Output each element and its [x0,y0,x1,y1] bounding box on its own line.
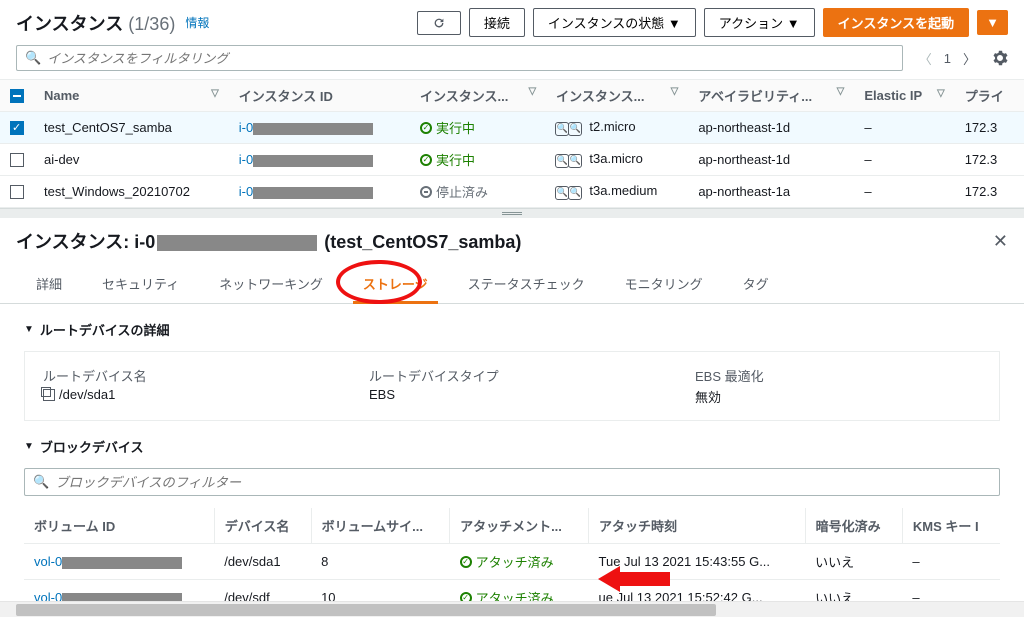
col-id[interactable]: インスタンス ID [229,80,410,112]
col-az[interactable]: アベイラビリティ...▽ [688,80,854,112]
instances-table: Name▽ インスタンス ID インスタンス...▽ インスタンス...▽ アベ… [0,79,1024,208]
page-next[interactable]: 〉 [959,47,980,70]
detail-header: インスタンス: i-0 (test_CentOS7_samba) ✕ [0,218,1024,264]
cell-size: 8 [311,544,450,580]
root-device-type-value: EBS [369,387,655,402]
status-attached: ✓ アタッチ済み [460,552,554,571]
vcol-encrypted[interactable]: 暗号化済み [805,508,902,544]
horizontal-scrollbar[interactable] [0,601,1024,617]
row-checkbox[interactable] [10,153,24,167]
page-number: 1 [944,51,951,66]
tab-security[interactable]: セキュリティ [82,264,199,303]
ebs-optimized-label: EBS 最適化 [695,366,981,385]
zoom-icons[interactable]: 🔍🔍 [556,154,582,168]
page-title: インスタンス (1/36) [16,10,175,36]
status-running: ✓ 実行中 [420,150,475,169]
actions-menu[interactable]: アクション ▼ [704,8,815,37]
volumes-table: ボリューム ID デバイス名 ボリュームサイ... アタッチメント... アタッ… [24,508,1000,616]
tab-networking[interactable]: ネットワーキング [199,264,343,303]
cell-priv: 172.3 [955,112,1024,144]
vcol-volume-id[interactable]: ボリューム ID [24,508,214,544]
cell-priv: 172.3 [955,144,1024,176]
ebs-optimized-value: 無効 [695,387,981,406]
tab-details[interactable]: 詳細 [16,264,82,303]
vcol-kms[interactable]: KMS キー I [902,508,1000,544]
instance-filter[interactable]: 🔍 [16,45,903,71]
cell-device: /dev/sda1 [214,544,311,580]
search-icon: 🔍 [25,50,41,66]
connect-button[interactable]: 接続 [469,8,525,37]
table-row[interactable]: ai-devi-0✓ 実行中🔍🔍 t3a.microap-northeast-1… [0,144,1024,176]
launch-instance-caret[interactable]: ▼ [977,10,1008,35]
close-icon[interactable]: ✕ [993,231,1008,252]
cell-name: test_Windows_20210702 [34,176,229,208]
cell-time: Tue Jul 13 2021 15:43:55 G... [589,544,806,580]
cell-name: ai-dev [34,144,229,176]
block-device-filter[interactable]: 🔍 [24,468,1000,496]
launch-instance-button[interactable]: インスタンスを起動 [823,8,969,37]
col-state[interactable]: インスタンス...▽ [410,80,546,112]
table-row[interactable]: vol-0/dev/sda18 ✓ アタッチ済み Tue Jul 13 2021 1… [24,544,1000,580]
pager: 〈 1 〉 [915,47,980,70]
block-device-section[interactable]: ブロックデバイス [24,437,1000,456]
col-priv[interactable]: プライ [955,80,1024,112]
info-link[interactable]: 情報 [185,14,209,31]
cell-priv: 172.3 [955,176,1024,208]
cell-az: ap-northeast-1a [688,176,854,208]
refresh-button[interactable] [417,11,461,35]
root-device-section[interactable]: ルートデバイスの詳細 [24,320,1000,339]
storage-pane: ルートデバイスの詳細 ルートデバイス名 /dev/sda1 ルートデバイスタイプ… [0,304,1024,632]
cell-name: test_CentOS7_samba [34,112,229,144]
cell-eip: – [854,176,954,208]
cell-encrypted: いいえ [805,544,902,580]
cell-eip: – [854,144,954,176]
table-row[interactable]: test_Windows_20210702i-0 停止済み🔍🔍 t3a.medi… [0,176,1024,208]
cell-az: ap-northeast-1d [688,112,854,144]
status-running: ✓ 実行中 [420,118,475,137]
instance-filter-input[interactable] [47,51,894,66]
instance-id-link[interactable]: i-0 [239,184,253,199]
search-icon: 🔍 [33,474,49,490]
instance-id-link[interactable]: i-0 [239,152,253,167]
pane-divider[interactable] [0,208,1024,218]
col-type[interactable]: インスタンス...▽ [546,80,688,112]
row-checkbox[interactable] [10,121,24,135]
cell-eip: – [854,112,954,144]
copy-icon[interactable] [43,389,55,401]
root-device-name-value: /dev/sda1 [43,387,329,402]
volume-id-link[interactable]: vol-0 [34,554,62,569]
vcol-device-name[interactable]: デバイス名 [214,508,311,544]
zoom-icons[interactable]: 🔍🔍 [556,122,582,136]
gear-icon[interactable] [992,50,1008,66]
tab-tags[interactable]: タグ [723,264,789,303]
root-device-name-label: ルートデバイス名 [43,366,329,385]
tab-storage[interactable]: ストレージ [343,264,448,303]
tab-monitoring[interactable]: モニタリング [605,264,723,303]
cell-kms: – [902,544,1000,580]
instance-id-link[interactable]: i-0 [239,120,253,135]
table-row[interactable]: test_CentOS7_sambai-0✓ 実行中🔍🔍 t2.microap-… [0,112,1024,144]
row-checkbox[interactable] [10,185,24,199]
zoom-icons[interactable]: 🔍🔍 [556,186,582,200]
vcol-size[interactable]: ボリュームサイ... [311,508,450,544]
cell-az: ap-northeast-1d [688,144,854,176]
vcol-attachment[interactable]: アタッチメント... [450,508,589,544]
col-eip[interactable]: Elastic IP▽ [854,80,954,112]
detail-tabs: 詳細 セキュリティ ネットワーキング ストレージ ステータスチェック モニタリン… [0,264,1024,304]
page-header: インスタンス (1/36) 情報 接続 インスタンスの状態 ▼ アクション ▼ … [0,0,1024,41]
col-name[interactable]: Name▽ [34,80,229,112]
scrollbar-thumb[interactable] [16,604,716,616]
tab-status-checks[interactable]: ステータスチェック [448,264,605,303]
block-device-filter-input[interactable] [55,475,991,490]
vcol-attach-time[interactable]: アタッチ時刻 [589,508,806,544]
instance-state-menu[interactable]: インスタンスの状態 ▼ [533,8,696,37]
detail-title: インスタンス: i-0 (test_CentOS7_samba) [16,228,521,254]
root-device-type-label: ルートデバイスタイプ [369,366,655,385]
status-stopped: 停止済み [420,182,488,201]
select-all-checkbox[interactable] [10,89,24,103]
filter-row: 🔍 〈 1 〉 [0,41,1024,79]
page-prev[interactable]: 〈 [915,47,936,70]
